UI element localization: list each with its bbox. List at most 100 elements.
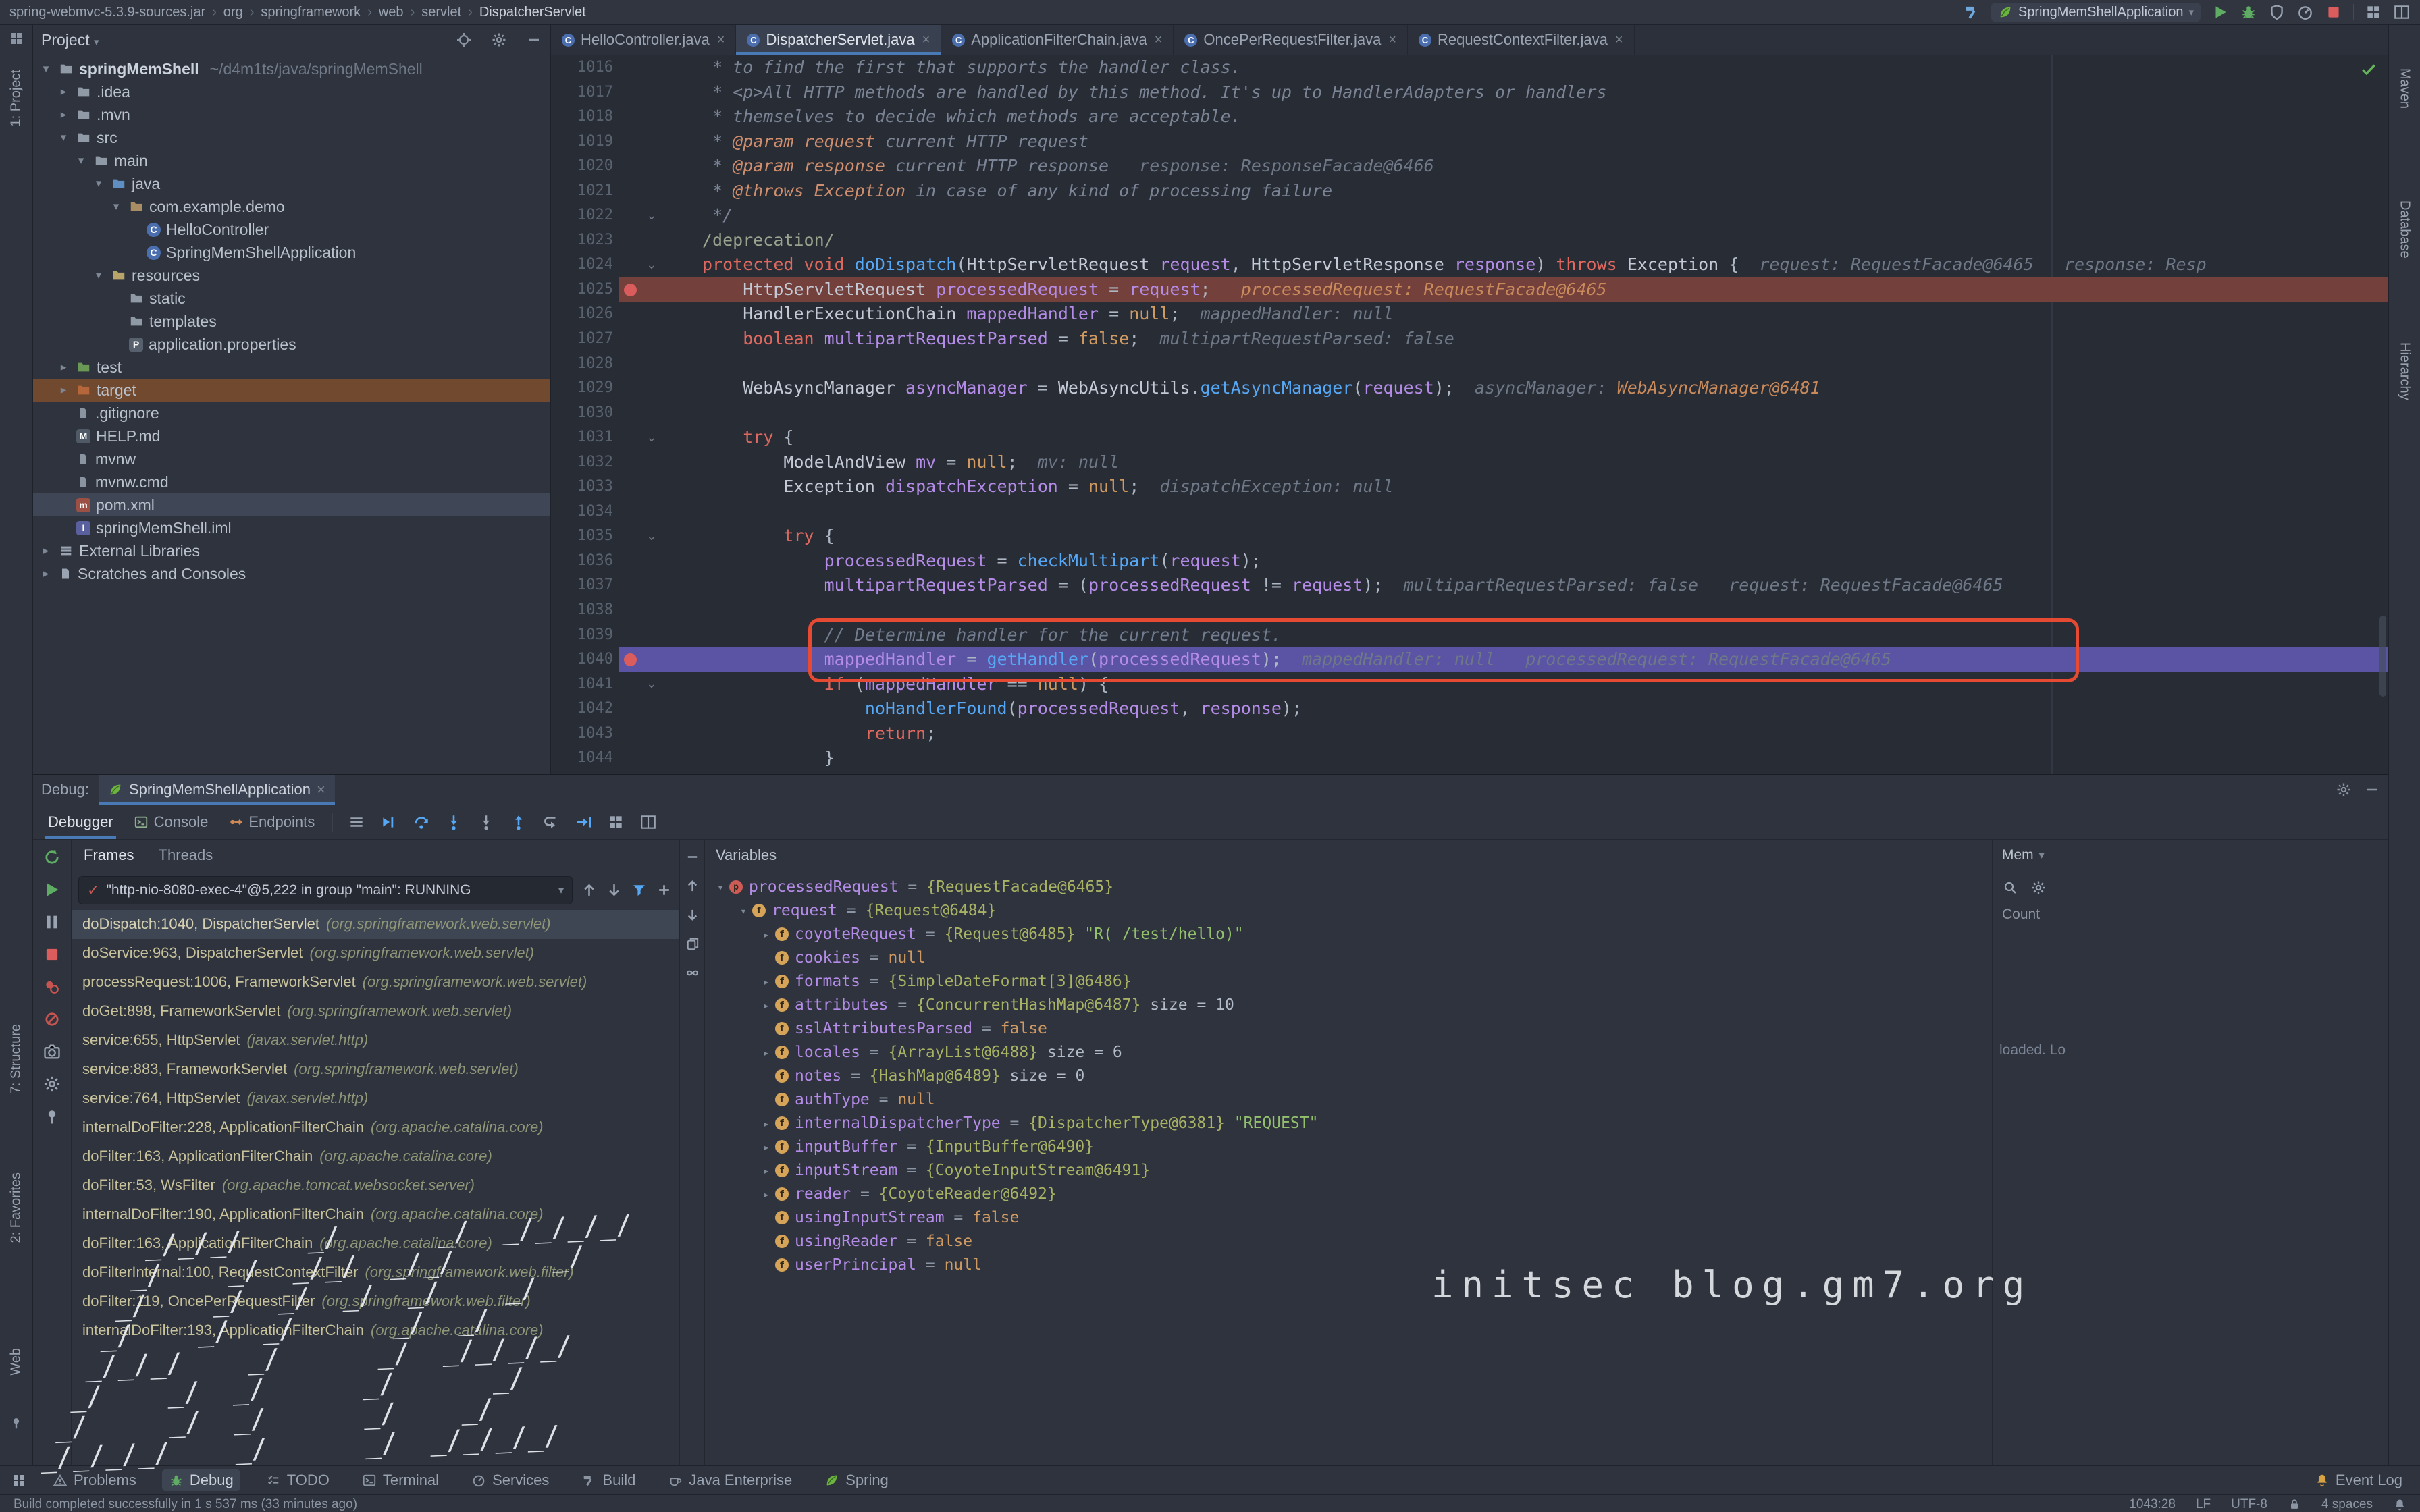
editor-tab[interactable]: CRequestContextFilter.java× [1408,25,1635,55]
breadcrumb-item[interactable]: org [223,5,243,20]
run-configuration-select[interactable]: SpringMemShellApplication▾ [1991,3,2201,22]
frame-row[interactable]: internalDoFilter:193, ApplicationFilterC… [72,1316,679,1345]
evaluate-icon[interactable] [607,813,625,831]
code-line[interactable]: 1017 * <p>All HTTP methods are handled b… [551,80,2388,105]
code-line[interactable]: 1031⌄ try { [551,425,2388,450]
build-hammer-icon[interactable] [1963,3,1980,21]
frame-row[interactable]: doGet:898, FrameworkServlet(org.springfr… [72,997,679,1026]
chevron-right-icon[interactable]: ▸ [56,383,71,397]
code-line[interactable]: 1022⌄ */ [551,203,2388,228]
toolwindow-button-event-log[interactable]: Event Log [2308,1469,2409,1491]
project-tree-row[interactable]: templates [33,310,550,333]
view-breakpoints-icon[interactable] [43,977,61,996]
toolwindow-button-build[interactable]: Build [575,1469,642,1491]
variable-row[interactable]: fnotes = {HashMap@6489} size = 0 [705,1064,1992,1088]
code-line[interactable]: 1041⌄ if (mappedHandler == null) { [551,672,2388,697]
code-line[interactable]: 1028 [551,352,2388,377]
mute-breakpoints-icon[interactable] [43,1010,61,1029]
code-line[interactable]: 1033 Exception dispatchException = null;… [551,475,2388,500]
project-tree-row[interactable]: static [33,287,550,310]
frame-row[interactable]: doFilter:163, ApplicationFilterChain(org… [72,1229,679,1258]
stripe-database-button[interactable]: Database [2397,200,2413,259]
editor-tab[interactable]: COncePerRequestFilter.java× [1174,25,1408,55]
variable-row[interactable]: fusingInputStream = false [705,1206,1992,1230]
split-layout-icon[interactable] [639,813,657,831]
locate-icon[interactable] [456,32,472,48]
frame-row[interactable]: internalDoFilter:228, ApplicationFilterC… [72,1113,679,1142]
infinity-icon[interactable] [685,965,700,981]
arrow-down-icon[interactable] [606,882,623,898]
memory-header[interactable]: Mem ▾ [1993,840,2388,871]
step-into-icon[interactable] [445,813,463,831]
variable-row[interactable]: ▸fformats = {SimpleDateFormat[3]@6486} [705,970,1992,994]
stripe-maven-button[interactable]: Maven [2397,68,2413,109]
project-tree-row[interactable]: ▾com.example.demo [33,195,550,218]
breadcrumb-item[interactable]: springframework [261,5,361,20]
thread-selector[interactable]: ✓"http-nio-8080-exec-4"@5,222 in group "… [78,876,573,905]
variable-row[interactable]: ▸fcoyoteRequest = {Request@6485} "R( /te… [705,923,1992,946]
hamburger-icon[interactable] [348,813,365,831]
thread-dump-icon[interactable] [43,1042,61,1061]
project-tree-row[interactable]: MHELP.md [33,425,550,448]
chevron-down-icon[interactable]: ▾ [735,899,752,923]
project-tree-row[interactable]: IspringMemShell.iml [33,516,550,539]
frames-tab[interactable]: Threads [159,846,213,864]
chevron-right-icon[interactable]: ▸ [56,85,71,99]
project-tree-row[interactable]: ▸Scratches and Consoles [33,562,550,585]
project-tree-row[interactable]: ▸.mvn [33,103,550,126]
fold-icon[interactable]: ⌄ [646,529,657,544]
pin-icon[interactable] [43,1107,61,1126]
debug-icon[interactable] [2240,3,2257,21]
project-tree-row[interactable]: mpom.xml [33,493,550,516]
hide-icon[interactable] [526,32,542,48]
project-tree-row[interactable]: ▾resources [33,264,550,287]
settings-icon[interactable] [43,1075,61,1094]
code-line[interactable]: 1044 } [551,746,2388,771]
breadcrumb-item[interactable]: DispatcherServlet [479,5,586,20]
variable-row[interactable]: fusingReader = false [705,1230,1992,1253]
run-icon[interactable] [2211,3,2229,21]
coverage-icon[interactable] [2268,3,2286,21]
code-line[interactable]: 1043 return; [551,722,2388,747]
project-tree-row[interactable]: CHelloController [33,218,550,241]
chevron-down-icon[interactable]: ▾ [109,200,124,213]
arrow-up-icon[interactable] [685,878,700,894]
window-switcher-icon[interactable] [11,1472,27,1488]
breadcrumb-item[interactable]: spring-webmvc-5.3.9-sources.jar [9,5,205,20]
code-line[interactable]: 1023/deprecation/ [551,228,2388,253]
frame-row[interactable]: doFilter:119, OncePerRequestFilter(org.s… [72,1287,679,1316]
show-execution-point-icon[interactable] [380,813,398,831]
frame-row[interactable]: internalDoFilter:190, ApplicationFilterC… [72,1200,679,1229]
toolwindow-button-java-enterprise[interactable]: Java Enterprise [661,1469,799,1491]
pin-icon[interactable] [9,1415,24,1430]
variable-row[interactable]: ▸finternalDispatcherType = {DispatcherTy… [705,1112,1992,1135]
variable-row[interactable]: ▾frequest = {Request@6484} [705,899,1992,923]
toolwindow-button-spring[interactable]: Spring [818,1469,895,1491]
project-tree-row[interactable]: ▸target [33,379,550,402]
project-tree-row[interactable]: ▾springMemShell~/d4m1ts/java/springMemSh… [33,57,550,80]
resume-icon[interactable] [43,880,61,899]
settings-icon[interactable] [2030,880,2047,896]
code-line[interactable]: 1020 * @param response current HTTP resp… [551,154,2388,179]
code-line[interactable]: 1037 multipartRequestParsed = (processed… [551,573,2388,598]
project-tree-row[interactable]: ▾main [33,149,550,172]
chevron-down-icon[interactable]: ▾ [91,269,106,282]
toolwindow-button-problems[interactable]: Problems [46,1469,143,1491]
search-icon[interactable] [2002,880,2018,896]
breakpoint-icon[interactable] [624,653,637,666]
code-line[interactable]: 1025 HttpServletRequest processedRequest… [551,277,2388,302]
code-line[interactable]: 1018 * themselves to decide which method… [551,105,2388,130]
close-icon[interactable]: × [717,32,725,48]
caret-position[interactable]: 1043:28 [2129,1497,2176,1512]
chevron-right-icon[interactable]: ▸ [56,108,71,122]
stripe-web-button[interactable]: Web [9,1348,24,1376]
code-line[interactable]: 1016 * to find the first that supports t… [551,55,2388,80]
close-icon[interactable]: × [317,781,325,799]
code-area[interactable]: 1016 * to find the first that supports t… [551,55,2388,774]
layout-grid-icon[interactable] [8,30,24,47]
project-tree-row[interactable]: CSpringMemShellApplication [33,241,550,264]
code-line[interactable]: 1021 * @throws Exception in case of any … [551,179,2388,204]
frame-row[interactable]: doService:963, DispatcherServlet(org.spr… [72,939,679,968]
editor-tab[interactable]: CApplicationFilterChain.java× [941,25,1174,55]
variable-row[interactable]: ▸finputStream = {CoyoteInputStream@6491} [705,1159,1992,1183]
